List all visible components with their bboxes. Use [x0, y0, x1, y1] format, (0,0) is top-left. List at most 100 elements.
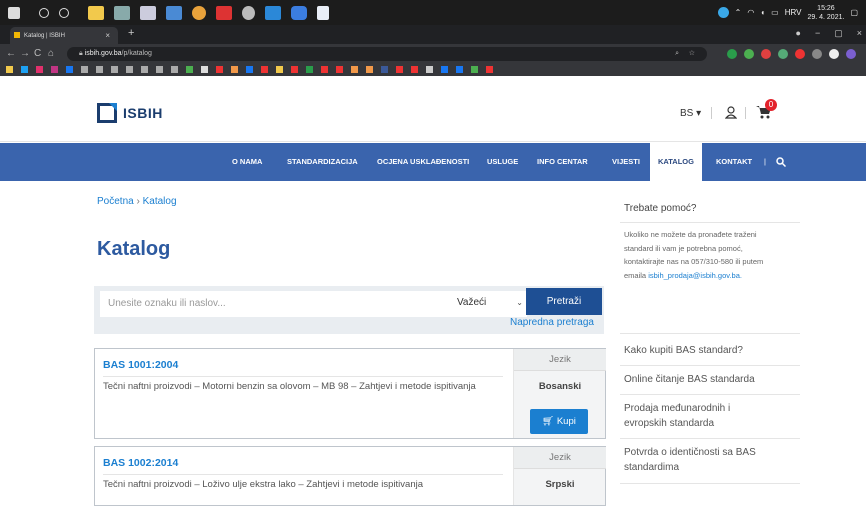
- bookmark-icon[interactable]: [261, 66, 268, 73]
- forward-icon[interactable]: →: [20, 48, 30, 59]
- bookmark-icon[interactable]: [426, 66, 433, 73]
- bookmark-icon[interactable]: [36, 66, 43, 73]
- sidebar-link-potvrda[interactable]: Potvrda o identičnosti sa BAS standardim…: [624, 445, 784, 475]
- nav-kontakt[interactable]: KONTAKT: [716, 157, 752, 166]
- mail-icon[interactable]: [166, 5, 182, 20]
- home-icon[interactable]: ⌂: [48, 48, 54, 59]
- bookmark-icon[interactable]: [291, 66, 298, 73]
- bookmark-icon[interactable]: [396, 66, 403, 73]
- sidebar-link-prodaja[interactable]: Prodaja međunarodnih i evropskih standar…: [624, 401, 774, 431]
- back-icon[interactable]: ←: [6, 48, 16, 59]
- nav-standardizacija[interactable]: STANDARDIZACIJA: [287, 157, 358, 166]
- chevron-up-icon[interactable]: ⌃: [735, 8, 742, 17]
- close-icon[interactable]: ×: [105, 31, 110, 40]
- extension-icon[interactable]: [829, 49, 839, 59]
- user-icon[interactable]: [725, 106, 737, 119]
- bookmark-icon[interactable]: [171, 66, 178, 73]
- bookmark-icon[interactable]: [51, 66, 58, 73]
- bookmark-icon[interactable]: [111, 66, 118, 73]
- nav-o-nama[interactable]: O NAMA: [232, 157, 262, 166]
- breadcrumb-current[interactable]: Katalog: [143, 196, 177, 207]
- filter-select[interactable]: Važeći ⌄: [451, 291, 527, 317]
- buy-button[interactable]: 🛒︎ Kupi: [530, 409, 588, 434]
- bookmark-icon[interactable]: [276, 66, 283, 73]
- bookmark-icon[interactable]: [231, 66, 238, 73]
- volume-icon[interactable]: ◖: [760, 8, 765, 17]
- bookmark-icon[interactable]: [351, 66, 358, 73]
- result-code[interactable]: BAS 1001:2004: [103, 359, 178, 371]
- bookmark-icon[interactable]: [96, 66, 103, 73]
- star-icon[interactable]: ☆: [689, 47, 695, 61]
- search-icon[interactable]: [776, 157, 786, 167]
- nav-vijesti[interactable]: VIJESTI: [612, 157, 640, 166]
- bookmark-icon[interactable]: [201, 66, 208, 73]
- bookmark-icon[interactable]: [381, 66, 388, 73]
- bookmark-icon[interactable]: [456, 66, 463, 73]
- advanced-search-link[interactable]: Napredna pretraga: [510, 317, 594, 328]
- extension-icon[interactable]: [761, 49, 771, 59]
- bookmark-icon[interactable]: [471, 66, 478, 73]
- bookmark-icon[interactable]: [246, 66, 253, 73]
- bookmark-icon[interactable]: [81, 66, 88, 73]
- camera-icon[interactable]: [140, 5, 156, 20]
- notifications-icon[interactable]: ▢: [850, 8, 858, 17]
- site-logo[interactable]: ISBIH: [97, 103, 163, 123]
- cortana-icon[interactable]: [59, 7, 69, 18]
- sidebar-link-online-citanje[interactable]: Online čitanje BAS standarda: [624, 372, 794, 387]
- sidebar-link-kako-kupiti[interactable]: Kako kupiti BAS standard?: [624, 343, 794, 358]
- zoom-icon[interactable]: ⌕: [675, 47, 679, 61]
- bookmark-icon[interactable]: [336, 66, 343, 73]
- messenger-icon[interactable]: [291, 5, 307, 20]
- bookmark-icon[interactable]: [216, 66, 223, 73]
- windows-start-icon[interactable]: [8, 6, 20, 19]
- extension-icon[interactable]: [744, 49, 754, 59]
- document-icon[interactable]: [317, 5, 329, 20]
- file-explorer-icon[interactable]: [88, 5, 104, 20]
- store-icon[interactable]: [114, 5, 130, 20]
- new-tab-icon[interactable]: +: [128, 27, 134, 39]
- url-field[interactable]: 🔒︎ isbih.gov.ba/p/katalog ⌕ ☆: [67, 47, 707, 61]
- bookmark-icon[interactable]: [141, 66, 148, 73]
- extension-icon[interactable]: [795, 49, 805, 59]
- extension-icon[interactable]: [846, 49, 856, 59]
- language-select[interactable]: BS ▾: [680, 108, 701, 119]
- extension-icon[interactable]: [727, 49, 737, 59]
- nav-info-centar[interactable]: INFO CENTAR: [537, 157, 588, 166]
- result-card: BAS 1001:2004 Tečni naftni proizvodi – M…: [94, 348, 606, 439]
- extension-icon[interactable]: [812, 49, 822, 59]
- app-icon[interactable]: [216, 5, 232, 20]
- chrome-icon[interactable]: [192, 5, 206, 20]
- photos-icon[interactable]: [265, 5, 281, 20]
- bookmark-icon[interactable]: [126, 66, 133, 73]
- reload-icon[interactable]: C: [34, 48, 41, 59]
- maximize-icon[interactable]: ▢: [834, 28, 843, 39]
- bookmark-icon[interactable]: [306, 66, 313, 73]
- settings-icon[interactable]: [242, 5, 255, 20]
- bookmark-icon[interactable]: [486, 66, 493, 73]
- bookmark-icon[interactable]: [321, 66, 328, 73]
- help-email-link[interactable]: isbih_prodaja@isbih.gov.ba.: [648, 271, 742, 280]
- nav-katalog[interactable]: KATALOG: [650, 143, 702, 181]
- clock[interactable]: 15:26 29. 4. 2021.: [807, 4, 844, 22]
- bookmark-icon[interactable]: [186, 66, 193, 73]
- result-code[interactable]: BAS 1002:2014: [103, 457, 178, 469]
- search-icon[interactable]: [39, 7, 49, 18]
- bookmark-icon[interactable]: [21, 66, 28, 73]
- profile-icon[interactable]: ●: [796, 28, 801, 39]
- bookmark-icon[interactable]: [411, 66, 418, 73]
- bookmark-icon[interactable]: [66, 66, 73, 73]
- bookmark-icon[interactable]: [441, 66, 448, 73]
- close-window-icon[interactable]: ×: [857, 28, 862, 39]
- extension-icon[interactable]: [778, 49, 788, 59]
- bookmark-icon[interactable]: [366, 66, 373, 73]
- search-button[interactable]: Pretraži: [526, 288, 602, 315]
- help-icon[interactable]: [717, 7, 729, 18]
- bookmark-icon[interactable]: [6, 66, 13, 73]
- breadcrumb-home[interactable]: Početna: [97, 196, 134, 207]
- input-lang[interactable]: HRV: [785, 8, 802, 17]
- nav-usluge[interactable]: USLUGE: [487, 157, 518, 166]
- bookmark-icon[interactable]: [156, 66, 163, 73]
- nav-ocjena-uskladjenosti[interactable]: OCJENA USKLAĐENOSTI: [377, 157, 469, 166]
- minimize-icon[interactable]: −: [815, 28, 820, 39]
- browser-tab[interactable]: Katalog | ISBIH ×: [10, 27, 118, 44]
